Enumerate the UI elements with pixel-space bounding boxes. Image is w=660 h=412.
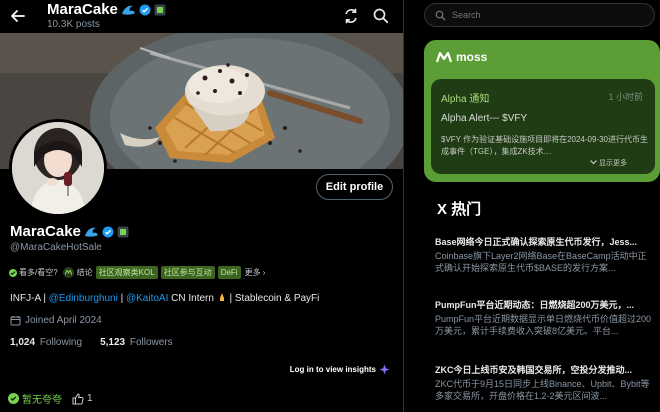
bio-mention-link[interactable]: @KaitoAI [126, 293, 168, 304]
trending-item[interactable]: ZKC今日上线币安及韩国交易所，空投分发推动... ZKC代币于9月15日同步上… [435, 363, 655, 402]
graph-label: 结论 [76, 268, 93, 277]
thumbs-up-icon [72, 392, 84, 404]
check-circle-icon [8, 393, 19, 404]
praise-label: 暂无夸夸 [22, 395, 62, 406]
alert-title: Alpha Alert--- $VFY [441, 113, 528, 124]
wave-emoji-icon [84, 227, 98, 237]
search-icon[interactable] [372, 7, 390, 25]
tag-chip[interactable]: DeFi [217, 266, 241, 279]
verified-badge-icon[interactable] [102, 226, 114, 238]
bio-mention-link[interactable]: @Edinburghuni [49, 293, 118, 304]
refresh-icon[interactable] [342, 7, 360, 25]
avatar-photo [12, 122, 104, 214]
tag-chip[interactable]: 社区观察类KOL [95, 266, 158, 279]
insights-label: Log in to view insights [289, 365, 376, 374]
alert-timestamp: 1 小时前 [608, 92, 643, 102]
alert-heading: Alpha 通知 [441, 94, 490, 105]
trending-title: X 热门 [437, 201, 482, 218]
joined-text: Joined April 2024 [25, 315, 102, 326]
show-more-link[interactable]: 显示更多 [588, 158, 627, 168]
affiliate-badge-icon [154, 4, 166, 15]
chevron-down-icon [590, 160, 597, 165]
alert-body: $VFY 作为验证基础设施项目即将在2024-09-30进行代币生成事件（TGE… [441, 135, 649, 156]
tag-chip[interactable]: 社区参与互动 [160, 266, 215, 279]
profile-header-bar: MaraCake 10.3K posts [0, 0, 403, 33]
check-circle-icon [9, 268, 17, 277]
like-count: 1 [87, 393, 93, 404]
insights-login-link[interactable]: Log in to view insights [290, 364, 390, 375]
show-more-label: 显示更多 [598, 160, 627, 167]
edit-profile-button[interactable]: Edit profile [316, 174, 393, 200]
sidebar-search-box[interactable] [424, 3, 655, 27]
followers-link[interactable]: 5,123 Followers [100, 337, 173, 348]
sentiment-label: 看多/看空? [19, 268, 58, 277]
moss-logo-icon [436, 51, 452, 63]
folded-hands-emoji-icon [219, 293, 224, 301]
moss-logo: moss [436, 50, 487, 64]
trending-item-desc: ZKC代币于9月15日同步上线Binance、Upbit、Bybit等多家交易所… [435, 379, 650, 401]
bottom-actions: 暂无夸夸 1 [8, 391, 93, 406]
search-icon [435, 10, 446, 20]
joined-date: Joined April 2024 [10, 315, 102, 326]
bio-intern-text: CN Intern [168, 293, 217, 304]
praise-button[interactable]: 暂无夸夸 [8, 391, 62, 406]
trending-item[interactable]: PumpFun平台近期动态：日燃烧超200万美元，... PumpFun平台近期… [435, 298, 655, 337]
profile-handle: @MaraCakeHotSale [10, 242, 102, 253]
verified-badge-icon [139, 4, 151, 15]
moss-logo-icon [62, 267, 74, 278]
moss-widget: moss Alpha 通知 1 小时前 Alpha Alert--- $VFY … [424, 40, 660, 182]
trending-item-title: PumpFun平台近期动态：日燃烧超200万美元，... [435, 300, 635, 310]
profile-bio: INFJ-A | @Edinburghuni | @KaitoAI CN Int… [10, 292, 319, 304]
sentiment-vote[interactable]: 看多/看空? [9, 267, 58, 278]
trending-item-title: Base网络今日正式确认探索原生代币发行，Jess... [435, 237, 638, 247]
wave-emoji-icon [121, 5, 135, 15]
follow-stats: 1,024 Following 5,123 Followers [10, 337, 173, 348]
more-tags-link[interactable]: 更多 › [245, 267, 266, 278]
trending-item-title: ZKC今日上线币安及韩国交易所，空投分发推动... [435, 365, 632, 375]
sparkle-icon [379, 364, 390, 375]
moss-brand-text: moss [456, 50, 488, 64]
following-label: Following [39, 337, 83, 348]
profile-name-text: MaraCake [10, 223, 81, 240]
alpha-alert-card[interactable]: Alpha 通知 1 小时前 Alpha Alert--- $VFY $VFY … [431, 79, 655, 174]
following-link[interactable]: 1,024 Following [10, 337, 82, 348]
back-arrow-icon[interactable] [8, 6, 28, 26]
trending-item[interactable]: Base网络今日正式确认探索原生代币发行，Jess... Coinbase旗下L… [435, 235, 655, 274]
followers-label: Followers [129, 337, 173, 348]
header-name-text: MaraCake [47, 1, 118, 18]
right-sidebar: moss Alpha 通知 1 小时前 Alpha Alert--- $VFY … [405, 0, 660, 412]
moss-tag-row: 看多/看空? 结论 社区观察类KOL 社区参与互动 DeFi 更多 › [9, 265, 265, 280]
trending-item-desc: Coinbase旗下Layer2网络Base在BaseCamp活动中正式确认开始… [435, 251, 647, 273]
more-tags-label: 更多 [244, 268, 261, 277]
profile-avatar[interactable] [9, 119, 107, 217]
following-count: 1,024 [10, 337, 36, 348]
profile-column: MaraCake 10.3K posts Edit profile MaraCa… [0, 0, 404, 412]
like-button[interactable]: 1 [72, 392, 93, 405]
followers-count: 5,123 [100, 337, 126, 348]
calendar-icon [10, 316, 21, 326]
bio-suffix: | Stablecoin & PayFi [226, 293, 320, 304]
header-name: MaraCake [47, 1, 166, 18]
affiliate-badge-icon[interactable] [117, 226, 129, 238]
header-post-count: 10.3K posts [47, 19, 100, 30]
profile-name: MaraCake [10, 223, 129, 240]
search-input[interactable] [452, 10, 642, 20]
bio-prefix: INFJ-A | [10, 293, 49, 304]
bio-separator: | [117, 293, 126, 304]
trending-item-desc: PumpFun平台近期数据显示单日燃烧代币价值超过200万美元，累计手续费收入突… [435, 314, 652, 336]
